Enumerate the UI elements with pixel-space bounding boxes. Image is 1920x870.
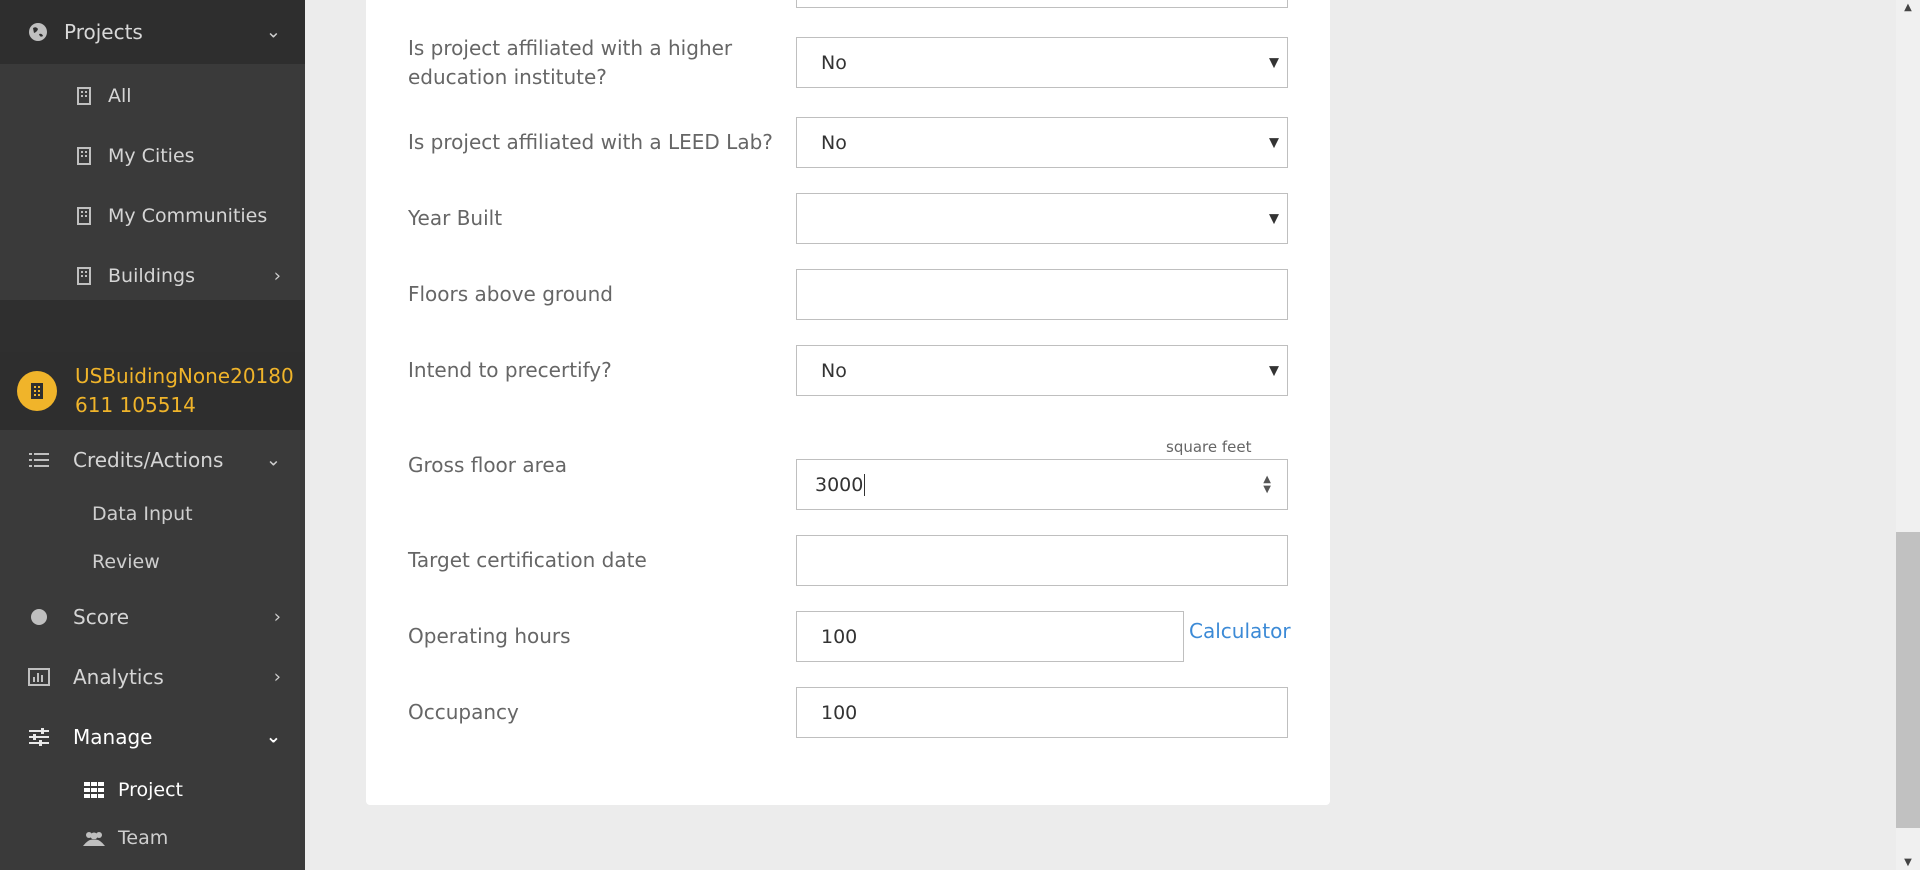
occupancy-input[interactable]: 100 [796,687,1288,738]
unit-label: square feet [1166,438,1252,456]
number-stepper[interactable]: ▲ ▼ [1263,474,1271,495]
higher-ed-select[interactable]: No ▼ [796,37,1288,88]
current-project[interactable]: USBuidingNone20180611 105514 [0,352,305,430]
select-value: No [821,131,847,154]
sidebar-item-team[interactable]: Team [0,814,305,862]
building-icon [17,371,57,411]
vertical-scrollbar[interactable]: ▲ ▼ [1896,0,1920,870]
sidebar-item-credits[interactable]: Credits/Actions ⌄ [0,430,305,490]
operating-hours-input[interactable]: 100 [796,611,1184,662]
sidebar-item-label: My Communities [108,205,268,227]
sidebar-item-manage[interactable]: Manage ⌄ [0,707,305,767]
scroll-up-icon[interactable]: ▲ [1896,2,1920,13]
text-cursor [864,473,866,496]
caret-down-icon: ▼ [1269,211,1279,226]
floors-input[interactable] [796,269,1288,320]
gross-area-label: Gross floor area [408,453,567,477]
sidebar-item-data-input[interactable]: Data Input [0,490,305,538]
year-built-select[interactable]: ▼ [796,193,1288,244]
sidebar: Projects ⌄ All My Cities My Communities … [0,0,305,870]
list-icon [27,448,51,472]
higher-ed-label: Is project affiliated with a higher educ… [408,36,733,89]
occupancy-label: Occupancy [408,700,519,724]
sidebar-item-label: Team [118,827,169,849]
circle-icon [27,605,51,629]
sidebar-item-all[interactable]: All [0,66,305,126]
precertify-label: Intend to precertify? [408,358,612,382]
building-icon [72,204,96,228]
project-details-form: Is project affiliated with a higher educ… [366,0,1330,805]
select-value: No [821,359,847,382]
input-value: 100 [821,701,858,724]
previous-field-edge [796,0,1288,8]
sidebar-item-label: Review [92,551,160,573]
sidebar-item-my-communities[interactable]: My Communities [0,186,305,246]
scrollbar-thumb[interactable] [1896,532,1920,828]
caret-down-icon: ▼ [1269,135,1279,150]
floors-label: Floors above ground [408,282,613,306]
sidebar-item-label: Buildings [108,265,195,287]
building-icon [72,144,96,168]
chevron-down-icon: ⌄ [265,21,281,43]
scroll-down-icon[interactable]: ▼ [1896,857,1920,868]
target-date-label: Target certification date [408,548,647,572]
sidebar-item-projects[interactable]: Projects ⌄ [0,0,305,64]
sidebar-item-label: My Cities [108,145,195,167]
sidebar-item-project[interactable]: Project [0,766,305,814]
sidebar-divider [0,300,305,352]
operating-hours-label: Operating hours [408,624,571,648]
globe-icon [26,20,50,44]
building-icon [72,264,96,288]
target-date-input[interactable] [796,535,1288,586]
input-value: 3000 [815,473,864,496]
caret-down-icon: ▼ [1269,55,1279,70]
sidebar-item-label: Manage [73,725,153,749]
leed-lab-select[interactable]: No ▼ [796,117,1288,168]
gross-area-input[interactable]: 3000 ▲ ▼ [796,459,1288,510]
project-name: USBuidingNone20180611 105514 [75,364,294,417]
stepper-down-icon[interactable]: ▼ [1263,484,1271,495]
sliders-icon [27,725,51,749]
chevron-right-icon: › [273,265,281,287]
input-value: 100 [821,625,858,648]
sidebar-item-review[interactable]: Review [0,538,305,586]
sidebar-item-buildings[interactable]: Buildings › [0,246,305,306]
sidebar-item-label: All [108,85,132,107]
leed-lab-label: Is project affiliated with a LEED Lab? [408,130,773,154]
bar-chart-icon [27,665,51,689]
sidebar-item-label: Analytics [73,665,164,689]
chevron-right-icon: › [273,606,281,628]
sidebar-item-score[interactable]: Score › [0,587,305,647]
year-built-label: Year Built [408,206,503,230]
chevron-right-icon: › [273,666,281,688]
sidebar-item-label: Projects [64,20,143,44]
select-value: No [821,51,847,74]
building-icon [72,84,96,108]
sidebar-item-analytics[interactable]: Analytics › [0,647,305,707]
sidebar-item-label: Data Input [92,503,193,525]
precertify-select[interactable]: No ▼ [796,345,1288,396]
sidebar-item-label: Project [118,779,184,801]
caret-down-icon: ▼ [1269,363,1279,378]
users-icon [82,826,106,850]
grid-icon [82,778,106,802]
sidebar-item-label: Score [73,605,130,629]
sidebar-item-my-cities[interactable]: My Cities [0,126,305,186]
chevron-down-icon: ⌄ [265,726,281,748]
chevron-down-icon: ⌄ [265,449,281,471]
sidebar-item-label: Credits/Actions [73,448,224,472]
calculator-link[interactable]: Calculator [1189,619,1291,643]
